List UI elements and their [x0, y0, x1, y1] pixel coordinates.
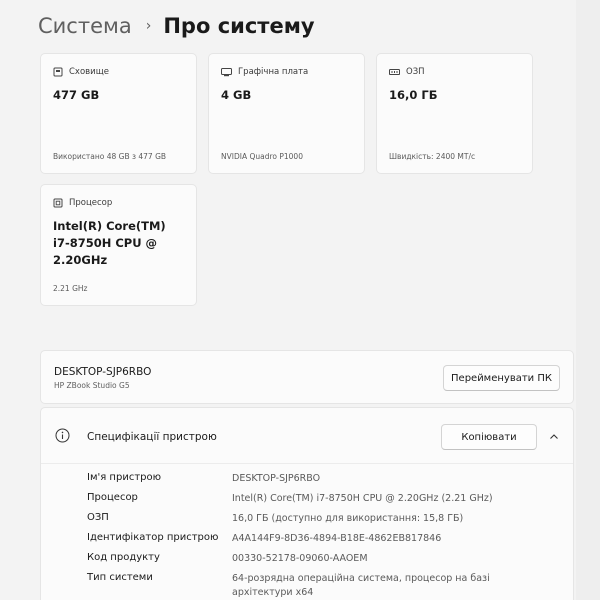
gpu-memory: 4 GB: [221, 88, 252, 102]
device-model: HP ZBook Studio G5: [54, 381, 130, 390]
device-specifications-title: Специфікації пристрою: [87, 431, 217, 443]
ram-card[interactable]: ОЗП 16,0 ГБ Швидкість: 2400 МТ/с: [376, 53, 533, 174]
ram-icon: [389, 69, 400, 75]
device-name-row: DESKTOP-SJP6RBO HP ZBook Studio G5 Перей…: [40, 350, 574, 404]
spec-key: Ім'я пристрою: [87, 472, 162, 483]
ram-total: 16,0 ГБ: [389, 88, 438, 102]
cpu-card[interactable]: Процесор Intel(R) Core(TM) i7-8750H CPU …: [40, 184, 197, 306]
spec-key: Тип системи: [87, 572, 153, 583]
breadcrumb-separator: ›: [145, 18, 152, 34]
spec-value: Intel(R) Core(TM) i7-8750H CPU @ 2.20GHz…: [232, 493, 493, 504]
window-edge: [576, 0, 600, 600]
page-title: Про систему: [163, 14, 315, 38]
gpu-icon: [221, 68, 232, 77]
spec-key: Ідентифікатор пристрою: [87, 532, 219, 543]
spec-key: ОЗП: [87, 512, 109, 523]
ram-card-label: ОЗП: [389, 67, 425, 77]
device-specifications-panel: Специфікації пристрою Копіювати Ім'я при…: [40, 407, 574, 600]
spec-value: DESKTOP-SJP6RBO: [232, 473, 321, 484]
gpu-model: NVIDIA Quadro P1000: [221, 152, 303, 161]
cpu-speed: 2.21 GHz: [53, 284, 88, 293]
spec-key: Процесор: [87, 492, 138, 503]
storage-usage: Використано 48 GB з 477 GB: [53, 152, 167, 161]
breadcrumb-parent-sistema[interactable]: Система: [38, 14, 132, 38]
device-specifications-header[interactable]: Специфікації пристрою Копіювати: [41, 408, 573, 463]
cpu-icon: [53, 198, 63, 208]
gpu-card[interactable]: Графічна плата 4 GB NVIDIA Quadro P1000: [208, 53, 365, 174]
spec-value: 00330-52178-09060-AAOEM: [232, 553, 368, 564]
spec-value: 16,0 ГБ (доступно для використання: 15,8…: [232, 513, 464, 524]
spec-value: A4A144F9-8D36-4894-B18E-4862EB817846: [232, 533, 442, 544]
cpu-name: Intel(R) Core(TM) i7-8750H CPU @ 2.20GHz: [53, 219, 166, 267]
gpu-card-label: Графічна плата: [221, 67, 308, 77]
rename-pc-button[interactable]: Перейменувати ПК: [443, 365, 560, 391]
storage-icon: [53, 67, 63, 77]
divider: [41, 463, 573, 464]
chevron-up-icon[interactable]: [549, 433, 559, 440]
breadcrumb: Система › Про систему: [38, 12, 315, 40]
storage-total: 477 GB: [53, 88, 100, 102]
storage-card-label: Сховище: [53, 67, 109, 77]
info-icon: [55, 428, 70, 443]
device-name: DESKTOP-SJP6RBO: [54, 366, 152, 378]
cpu-card-label: Процесор: [53, 198, 112, 208]
ram-speed: Швидкість: 2400 МТ/с: [389, 152, 476, 161]
storage-card[interactable]: Сховище 477 GB Використано 48 GB з 477 G…: [40, 53, 197, 174]
spec-key: Код продукту: [87, 552, 160, 563]
spec-value: 64-розрядна операційна система, процесор…: [232, 573, 490, 598]
copy-button[interactable]: Копіювати: [441, 424, 537, 450]
